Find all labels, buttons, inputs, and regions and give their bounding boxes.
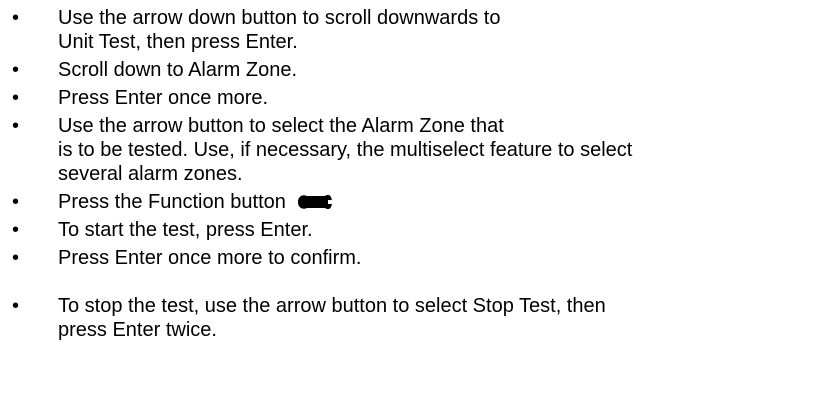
bullet (12, 218, 58, 242)
bullet (12, 114, 58, 138)
bullet (12, 58, 58, 82)
step-text: To start the test, press Enter. (58, 219, 313, 241)
list-item: Scroll down to Alarm Zone. (0, 58, 800, 82)
bullet (12, 86, 58, 110)
list-item: To stop the test, use the arrow button t… (0, 294, 800, 342)
step-text: is to be tested. Use, if necessary, the … (58, 139, 633, 161)
step-text: Use the arrow button to select the Alarm… (58, 115, 504, 137)
list-item: Press Enter once more. (0, 86, 800, 110)
step-text: Press the Function button (58, 191, 286, 213)
step-text-with-icon: Press the Function button (58, 190, 800, 214)
step-text: Press Enter once more to confirm. (58, 247, 362, 269)
list-item: Use the arrow down button to scroll down… (0, 6, 800, 54)
step-text: Press Enter once more. (58, 87, 269, 109)
list-item: Press Enter once more to confirm. (0, 246, 800, 270)
bullet (12, 246, 58, 270)
instruction-list: Use the arrow down button to scroll down… (0, 6, 800, 346)
step-text: press Enter twice. (58, 319, 217, 341)
step-text: Use the arrow down button to scroll down… (58, 7, 501, 29)
wrench-icon (298, 194, 334, 210)
step-text: Scroll down to Alarm Zone. (58, 59, 297, 81)
bullet (12, 6, 58, 30)
list-item: Use the arrow button to select the Alarm… (0, 114, 800, 186)
step-text: several alarm zones. (58, 163, 243, 185)
step-text: Unit Test, then press Enter. (58, 31, 298, 53)
bullet (12, 294, 58, 318)
list-item: Press the Function button (0, 190, 800, 214)
list-item: To start the test, press Enter. (0, 218, 800, 242)
step-text: To stop the test, use the arrow button t… (58, 295, 606, 317)
bullet (12, 190, 58, 214)
